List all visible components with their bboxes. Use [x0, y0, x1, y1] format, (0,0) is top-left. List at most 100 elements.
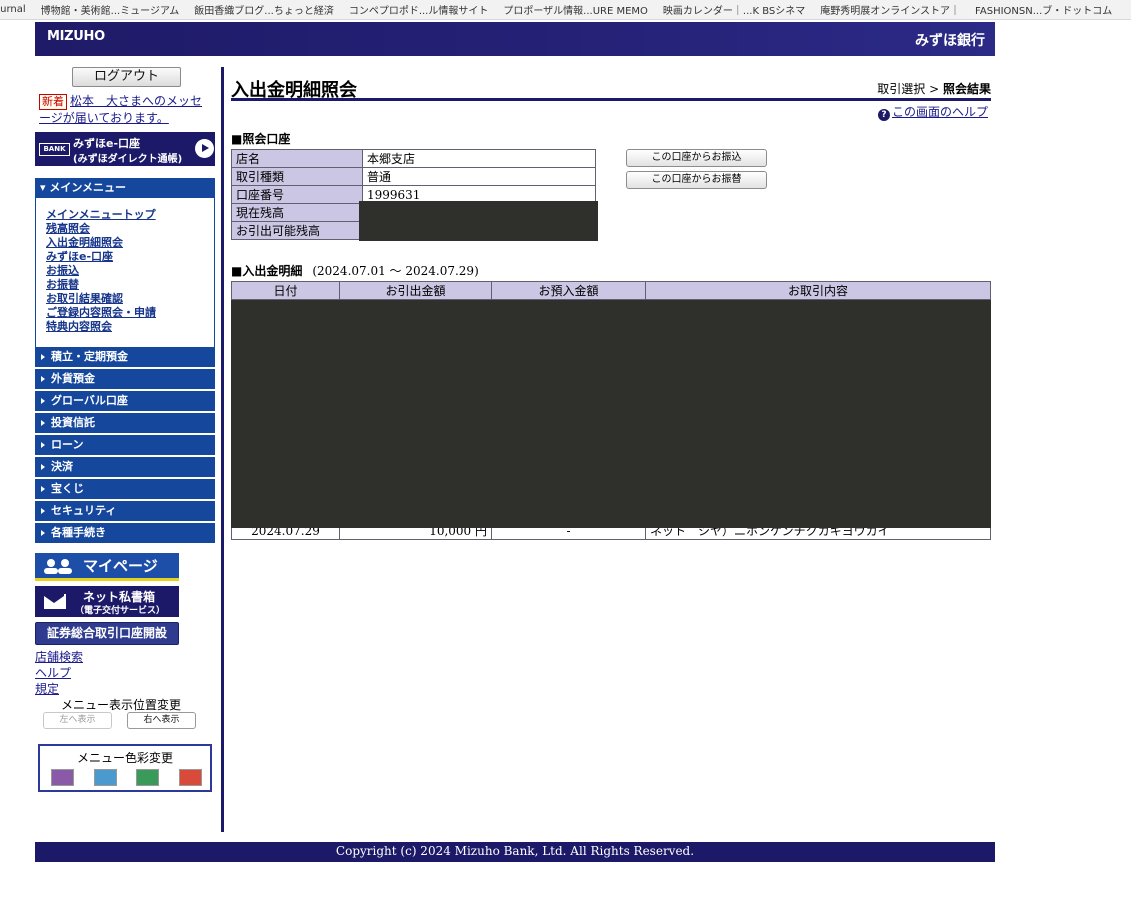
- table-row: 店名 本郷支店: [231, 149, 596, 168]
- redacted-transactions: [231, 300, 991, 528]
- main-menu-header[interactable]: ▾ メインメニュー: [35, 178, 215, 198]
- category-savings[interactable]: 積立・定期預金: [35, 347, 215, 367]
- account-label: 現在残高: [231, 203, 363, 222]
- net-mailbox-button[interactable]: ネット私書箱 （電子交付サービス）: [35, 586, 179, 617]
- bookmark-item[interactable]: 庵野秀明展オンラインストア｜: [813, 2, 968, 17]
- help-link-side[interactable]: ヘルプ: [35, 665, 83, 681]
- menu-item-transfer[interactable]: お振込: [46, 264, 214, 278]
- securities-account-button[interactable]: 証券総合取引口座開設: [35, 622, 179, 645]
- transactions-period: (2024.07.01 〜 2024.07.29): [312, 264, 479, 278]
- bank-name: みずほ銀行: [915, 33, 985, 49]
- table-row: 取引種類 普通: [231, 167, 596, 186]
- breadcrumb-separator: >: [929, 82, 940, 96]
- category-security[interactable]: セキュリティ: [35, 501, 215, 521]
- bookmark-item[interactable]: プロポーザル情報...URE MEMO: [496, 2, 656, 17]
- category-label: 投資信託: [51, 416, 95, 429]
- menu-item-results[interactable]: お取引結果確認: [46, 292, 214, 306]
- breadcrumb-current: 照会結果: [942, 82, 991, 96]
- column-header-deposit: お預入金額: [491, 281, 646, 300]
- help-icon: ?: [877, 109, 890, 121]
- e-account-title: みずほe-口座: [73, 137, 141, 150]
- table-header-row: 日付 お引出金額 お預入金額 お取引内容: [231, 281, 991, 300]
- net-mailbox-subtitle: （電子交付サービス）: [75, 606, 166, 616]
- color-swatch-purple[interactable]: [51, 769, 74, 786]
- account-label: 取引種類: [231, 167, 363, 186]
- menu-item-e-account[interactable]: みずほe-口座: [46, 250, 214, 264]
- menu-item-statement[interactable]: 入出金明細照会: [46, 236, 214, 250]
- account-value: 本郷支店: [362, 149, 596, 168]
- mypage-label: マイページ: [83, 557, 158, 575]
- category-foreign-deposit[interactable]: 外貨預金: [35, 369, 215, 389]
- category-menu: 積立・定期預金 外貨預金 グローバル口座 投資信託 ローン 決済 宝くじ セキュ…: [35, 347, 215, 545]
- category-label: 外貨預金: [51, 372, 95, 385]
- menu-position-label: メニュー表示位置変更: [61, 698, 182, 712]
- account-label: 口座番号: [231, 185, 363, 204]
- menu-item-balance[interactable]: 残高照会: [46, 222, 214, 236]
- side-links: 店舗検索 ヘルプ 規定: [35, 649, 83, 697]
- e-account-subtitle: (みずほダイレクト通帳): [73, 154, 183, 165]
- transactions-section-title: ■入出金明細 (2024.07.01 〜 2024.07.29): [231, 262, 479, 279]
- category-label: ローン: [51, 438, 84, 451]
- terms-link[interactable]: 規定: [35, 681, 83, 697]
- transactions-title: ■入出金明細: [231, 264, 303, 278]
- bookmark-item[interactable]: コンペプロポド...ル情報サイト: [342, 2, 497, 17]
- title-rule: [231, 98, 991, 101]
- move-from-account-button[interactable]: この口座からお振替: [626, 171, 767, 189]
- menu-item-top[interactable]: メインメニュートップ: [46, 208, 214, 222]
- people-icon: [41, 558, 75, 574]
- color-swatch-blue[interactable]: [94, 769, 117, 786]
- column-header-description: お取引内容: [645, 281, 991, 300]
- category-label: グローバル口座: [51, 394, 128, 407]
- menu-item-benefits[interactable]: 特典内容照会: [46, 320, 214, 334]
- bank-icon: BANK: [39, 143, 70, 156]
- column-header-withdrawal: お引出金額: [339, 281, 492, 300]
- site-header: MIZUHO みずほ銀行: [35, 22, 995, 56]
- screen-help-link[interactable]: ? この画面のヘルプ: [877, 103, 988, 121]
- bookmarks-bar: ournal 博物館・美術館...ミュージアム 飯田香織ブログ...ちょっと経済…: [0, 0, 1131, 20]
- category-label: 各種手続き: [51, 526, 106, 539]
- category-procedures[interactable]: 各種手続き: [35, 523, 215, 543]
- mizuho-logo[interactable]: MIZUHO: [47, 29, 105, 44]
- menu-item-move[interactable]: お振替: [46, 278, 214, 292]
- footer-copyright: Copyright (c) 2024 Mizuho Bank, Ltd. All…: [35, 842, 995, 862]
- category-label: セキュリティ: [51, 504, 117, 517]
- main-menu-title: メインメニュー: [49, 181, 127, 194]
- logout-button[interactable]: ログアウト: [72, 67, 181, 87]
- help-label: この画面のヘルプ: [891, 105, 988, 119]
- bookmark-item[interactable]: 映画カレンダー｜...K BSシネマ: [656, 2, 813, 17]
- menu-left-button[interactable]: 左へ表示: [43, 712, 112, 729]
- sidebar-divider: [221, 67, 224, 832]
- column-header-date: 日付: [231, 281, 340, 300]
- account-section-title: ■照会口座: [231, 132, 291, 146]
- bookmark-item[interactable]: 飯田香織ブログ...ちょっと経済: [187, 2, 342, 17]
- category-loan[interactable]: ローン: [35, 435, 215, 455]
- e-account-banner[interactable]: BANK みずほe-口座 (みずほダイレクト通帳): [35, 132, 215, 166]
- message-notice: 新着 松本 大さまへのメッセージが届いております。: [39, 93, 214, 127]
- category-lottery[interactable]: 宝くじ: [35, 479, 215, 499]
- mailbox-icon: [44, 594, 66, 609]
- account-value: 普通: [362, 167, 596, 186]
- mypage-button[interactable]: マイページ: [35, 553, 179, 581]
- menu-color-box: メニュー色彩変更: [38, 744, 212, 792]
- bookmark-item[interactable]: ournal: [0, 4, 34, 15]
- menu-right-button[interactable]: 右へ表示: [127, 712, 196, 729]
- account-label: 店名: [231, 149, 363, 168]
- redacted-balance: [359, 201, 598, 241]
- play-circle-icon: [195, 139, 214, 158]
- breadcrumb: 取引選択 > 照会結果: [877, 80, 991, 97]
- main-menu-list: メインメニュートップ 残高照会 入出金明細照会 みずほe-口座 お振込 お振替 …: [35, 198, 215, 348]
- color-swatch-red[interactable]: [179, 769, 202, 786]
- category-payment[interactable]: 決済: [35, 457, 215, 477]
- category-investment[interactable]: 投資信託: [35, 413, 215, 433]
- bookmark-item[interactable]: FASHIONSN...ブ・ドットコム: [968, 2, 1120, 17]
- bookmark-item[interactable]: 博物館・美術館...ミュージアム: [34, 2, 188, 17]
- menu-item-registration[interactable]: ご登録内容照会・申請: [46, 306, 214, 320]
- breadcrumb-step: 取引選択: [877, 82, 926, 96]
- category-label: 積立・定期預金: [51, 350, 128, 363]
- category-global-account[interactable]: グローバル口座: [35, 391, 215, 411]
- menu-color-label: メニュー色彩変更: [76, 751, 173, 765]
- transfer-from-account-button[interactable]: この口座からお振込: [626, 149, 767, 167]
- color-swatch-green[interactable]: [136, 769, 159, 786]
- category-label: 宝くじ: [51, 482, 84, 495]
- branch-search-link[interactable]: 店舗検索: [35, 649, 83, 665]
